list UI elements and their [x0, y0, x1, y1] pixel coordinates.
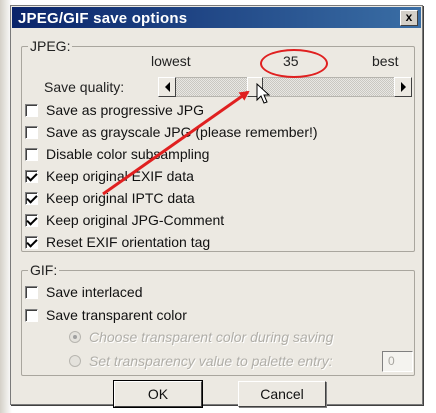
checkbox-progressive-jpg[interactable]: Save as progressive JPG [25, 101, 204, 119]
quality-slider-track[interactable] [158, 77, 412, 97]
checkbox-keep-jpg-comment[interactable]: Keep original JPG-Comment [25, 211, 224, 229]
slider-right-arrow-icon[interactable] [394, 77, 412, 97]
radio-choose-transparent-color[interactable]: Choose transparent color during saving [69, 328, 333, 346]
radio-icon[interactable] [69, 355, 81, 367]
slider-left-arrow-icon[interactable] [158, 77, 176, 97]
palette-entry-input[interactable]: 0 [382, 351, 413, 372]
checkbox-disable-color-subsampling[interactable]: Disable color subsampling [25, 145, 209, 163]
cancel-button[interactable]: Cancel [238, 381, 326, 407]
jpeg-group-label: JPEG: [28, 38, 73, 54]
checkbox-checked-icon[interactable] [25, 213, 38, 227]
checkbox-save-transparent-color[interactable]: Save transparent color [25, 306, 187, 324]
radio-label: Set transparency value to palette entry: [89, 353, 333, 369]
quality-scale-high-label: best [372, 53, 399, 69]
checkbox-label: Keep original JPG-Comment [46, 212, 225, 228]
quality-scale-low-label: lowest [151, 53, 191, 69]
save-quality-label: Save quality: [44, 79, 125, 95]
checkbox-label: Reset EXIF orientation tag [46, 234, 211, 250]
checkbox-checked-icon[interactable] [25, 169, 38, 183]
checkbox-icon[interactable] [25, 103, 38, 117]
gif-group-label: GIF: [28, 262, 60, 278]
checkbox-icon[interactable] [25, 125, 38, 139]
checkbox-label: Keep original EXIF data [46, 168, 194, 184]
checkbox-icon[interactable] [25, 308, 38, 322]
save-options-dialog: JPEG/GIF save options x JPEG: lowest 35 … [10, 5, 423, 408]
checkbox-grayscale-jpg[interactable]: Save as grayscale JPG (please remember!) [25, 123, 318, 141]
checkbox-label: Disable color subsampling [46, 146, 210, 162]
checkbox-label: Save as grayscale JPG (please remember!) [46, 124, 318, 140]
checkbox-keep-iptc[interactable]: Keep original IPTC data [25, 189, 195, 207]
checkbox-label: Save interlaced [46, 284, 143, 300]
ok-button[interactable]: OK [113, 380, 203, 408]
checkbox-keep-exif[interactable]: Keep original EXIF data [25, 167, 194, 185]
radio-selected-icon[interactable] [69, 331, 81, 343]
checkbox-label: Save as progressive JPG [46, 102, 204, 118]
title-bar[interactable]: JPEG/GIF save options x [12, 7, 421, 28]
checkbox-icon[interactable] [25, 285, 38, 299]
quality-slider-thumb[interactable] [247, 77, 263, 97]
checkbox-label: Save transparent color [46, 307, 187, 323]
checkbox-save-interlaced[interactable]: Save interlaced [25, 283, 143, 301]
annotation-ellipse [260, 49, 328, 78]
radio-label: Choose transparent color during saving [89, 329, 334, 345]
radio-set-transparency-value[interactable]: Set transparency value to palette entry: [69, 352, 333, 370]
checkbox-icon[interactable] [25, 147, 38, 161]
checkbox-label: Keep original IPTC data [46, 190, 195, 206]
checkbox-checked-icon[interactable] [25, 191, 38, 205]
close-icon[interactable]: x [400, 10, 418, 26]
dialog-title: JPEG/GIF save options [18, 10, 188, 27]
checkbox-reset-exif-orientation[interactable]: Reset EXIF orientation tag [25, 233, 210, 251]
checkbox-checked-icon[interactable] [25, 235, 38, 249]
